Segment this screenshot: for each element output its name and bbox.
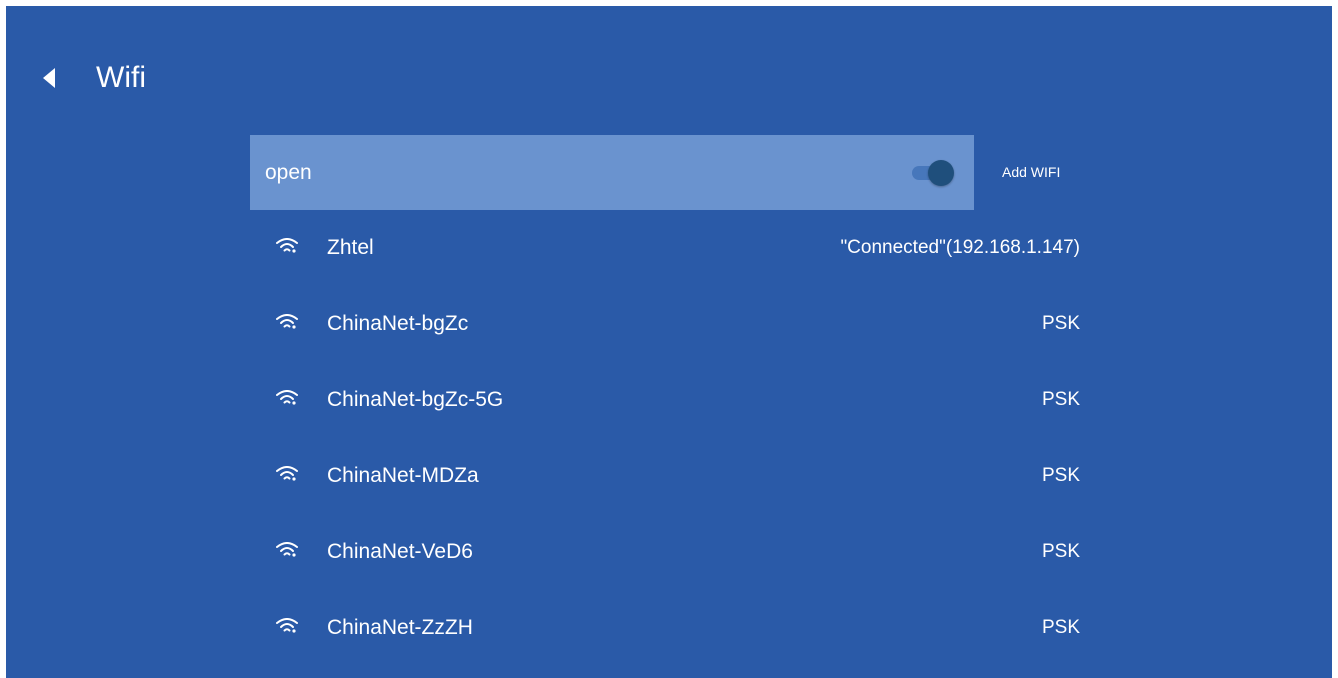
network-status: PSK <box>1041 389 1080 410</box>
switch-thumb <box>928 160 954 186</box>
back-arrow-icon <box>43 68 55 88</box>
network-ssid: ChinaNet-bgZc-5G <box>327 388 504 411</box>
network-ssid: ChinaNet-VeD6 <box>327 540 473 563</box>
network-item[interactable]: ChinaNet-bgZc-5G PSK <box>250 362 1090 438</box>
network-status: "Connected"(192.168.1.147) <box>840 237 1080 258</box>
network-status: PSK <box>1041 617 1080 638</box>
add-wifi-button[interactable]: Add WIFI <box>1002 135 1060 210</box>
page-title: Wifi <box>96 61 146 94</box>
network-item[interactable]: ChinaNet-ZzZH PSK <box>250 590 1090 666</box>
wifi-toggle-label: open <box>265 161 312 184</box>
network-item[interactable]: ChinaNet-MDZa PSK <box>250 438 1090 514</box>
network-list: Zhtel "Connected"(192.168.1.147) ChinaNe… <box>250 210 1090 666</box>
network-item[interactable]: Zhtel "Connected"(192.168.1.147) <box>250 210 1090 286</box>
wifi-toggle-switch[interactable] <box>910 160 954 186</box>
wifi-signal-icon <box>276 542 298 557</box>
network-item[interactable]: ChinaNet-VeD6 PSK <box>250 514 1090 590</box>
wifi-signal-icon <box>276 314 298 329</box>
wifi-signal-icon <box>276 238 298 253</box>
network-ssid: ChinaNet-ZzZH <box>327 616 473 639</box>
wifi-settings-screen: Wifi open Add WIFI Zhtel "Connected"(192… <box>6 6 1332 678</box>
wifi-signal-icon <box>276 466 298 481</box>
network-status: PSK <box>1041 465 1080 486</box>
back-button[interactable] <box>34 62 66 94</box>
wifi-signal-icon <box>276 618 298 633</box>
network-item[interactable]: ChinaNet-bgZc PSK <box>250 286 1090 362</box>
wifi-signal-icon <box>276 390 298 405</box>
network-ssid: Zhtel <box>327 236 374 259</box>
network-ssid: ChinaNet-MDZa <box>327 464 479 487</box>
network-status: PSK <box>1041 541 1080 562</box>
network-status: PSK <box>1041 313 1080 334</box>
wifi-toggle-row[interactable]: open <box>250 135 974 210</box>
network-ssid: ChinaNet-bgZc <box>327 312 469 335</box>
